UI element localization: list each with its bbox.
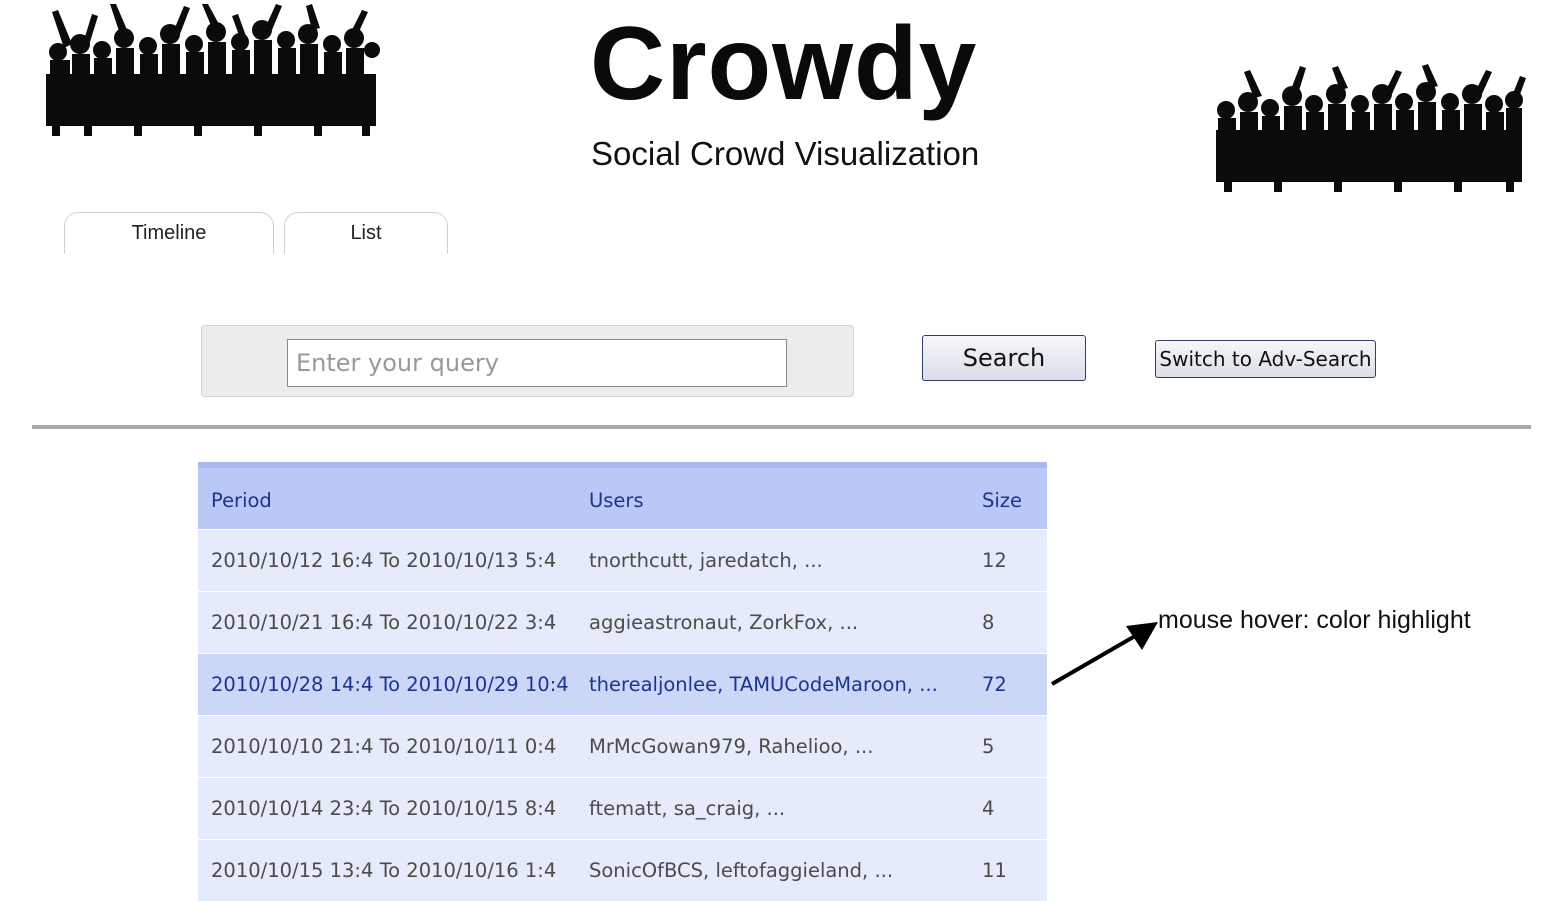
cell-period: 2010/10/12 16:4 To 2010/10/13 5:4 xyxy=(198,528,576,591)
cell-period: 2010/10/28 14:4 To 2010/10/29 10:4 xyxy=(198,652,576,715)
table-header-row: Period Users Size xyxy=(198,462,1047,529)
table-row-highlighted[interactable]: 2010/10/28 14:4 To 2010/10/29 10:4 there… xyxy=(198,652,1047,715)
cell-users: aggieastronaut, ZorkFox, ... xyxy=(576,590,982,653)
table-row[interactable]: 2010/10/14 23:4 To 2010/10/15 8:4 ftemat… xyxy=(198,776,1047,839)
cell-period: 2010/10/21 16:4 To 2010/10/22 3:4 xyxy=(198,590,576,653)
switch-adv-search-button[interactable]: Switch to Adv-Search xyxy=(1155,340,1376,378)
column-header-size[interactable]: Size xyxy=(982,462,1047,529)
table-row[interactable]: 2010/10/21 16:4 To 2010/10/22 3:4 aggiea… xyxy=(198,590,1047,653)
cell-size: 4 xyxy=(982,776,1047,839)
app-subtitle: Social Crowd Visualization xyxy=(591,135,980,172)
table-row[interactable]: 2010/10/10 21:4 To 2010/10/11 0:4 MrMcGo… xyxy=(198,714,1047,777)
search-button[interactable]: Search xyxy=(922,335,1086,381)
cell-users: tnorthcutt, jaredatch, ... xyxy=(576,528,982,591)
cell-size: 12 xyxy=(982,528,1047,591)
cell-users: therealjonlee, TAMUCodeMaroon, ... xyxy=(576,652,982,715)
divider xyxy=(32,425,1531,429)
annotation-text: mouse hover: color highlight xyxy=(1158,606,1471,634)
crowd-silhouette-left xyxy=(46,4,380,136)
column-header-users[interactable]: Users xyxy=(576,462,982,529)
cell-size: 8 xyxy=(982,590,1047,653)
cell-users: MrMcGowan979, Rahelioo, ... xyxy=(576,714,982,777)
cell-period: 2010/10/14 23:4 To 2010/10/15 8:4 xyxy=(198,776,576,839)
cell-size: 72 xyxy=(982,652,1047,715)
column-header-period[interactable]: Period xyxy=(198,462,576,529)
cell-period: 2010/10/10 21:4 To 2010/10/11 0:4 xyxy=(198,714,576,777)
results-table: Period Users Size 2010/10/12 16:4 To 201… xyxy=(198,462,1047,901)
table-row[interactable]: 2010/10/12 16:4 To 2010/10/13 5:4 tnorth… xyxy=(198,528,1047,591)
cell-size: 5 xyxy=(982,714,1047,777)
tab-timeline[interactable]: Timeline xyxy=(64,212,274,254)
cell-users: ftematt, sa_craig, ... xyxy=(576,776,982,839)
search-panel xyxy=(201,325,854,397)
crowd-silhouette-right xyxy=(1216,64,1526,192)
search-input[interactable] xyxy=(287,339,787,387)
app-title: Crowdy xyxy=(590,6,978,122)
arrow-icon xyxy=(1050,622,1158,686)
tab-list[interactable]: List xyxy=(284,212,448,254)
